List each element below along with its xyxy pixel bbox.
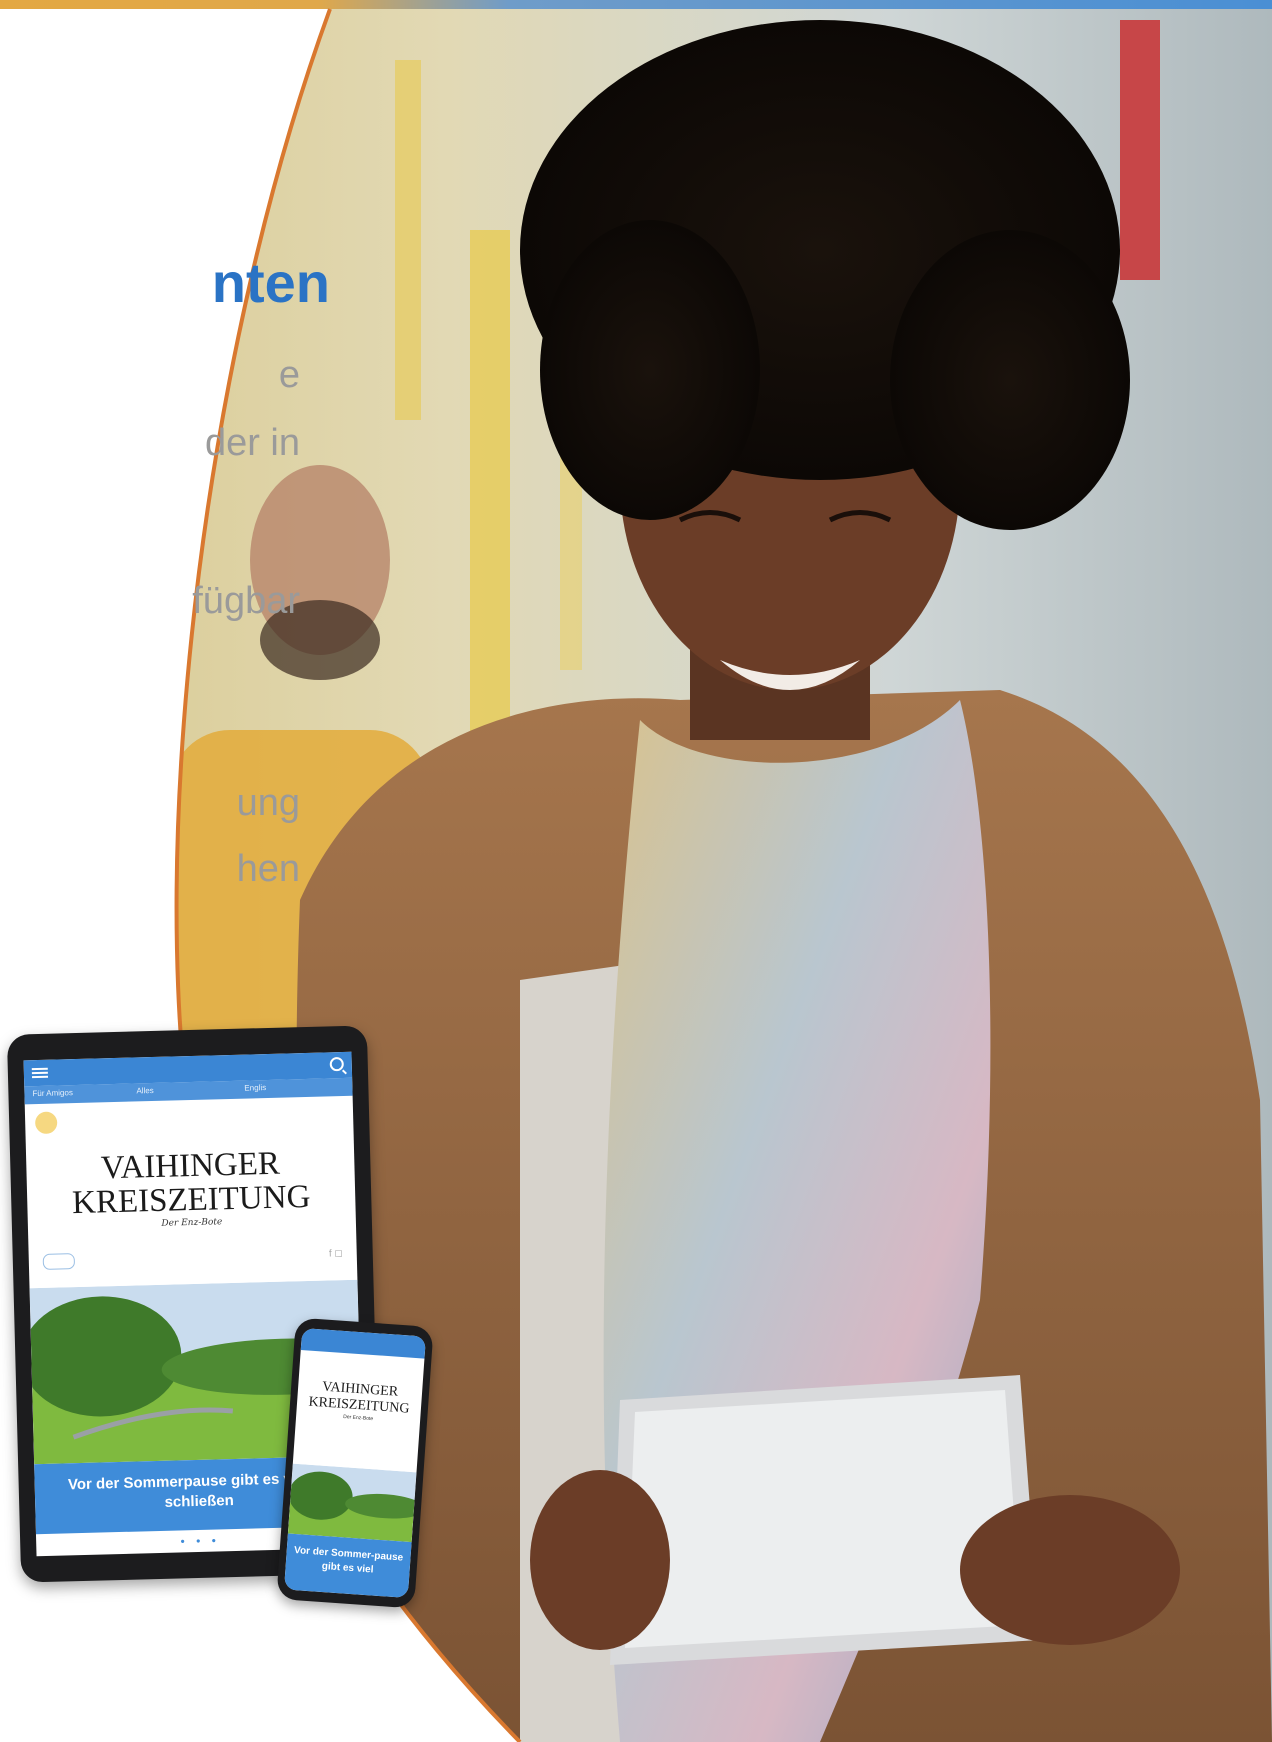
social-icons[interactable]: f ◻: [329, 1248, 343, 1259]
article-caption[interactable]: Vor der Sommer-pause gibt es viel: [284, 1533, 412, 1599]
section-headline: nten: [211, 251, 330, 314]
weather-icon: [34, 1111, 58, 1135]
body-text-line: fügbar: [192, 580, 300, 622]
search-icon[interactable]: [329, 1056, 344, 1072]
body-text-line: hen: [236, 848, 300, 890]
body-text-line: ung: [236, 782, 300, 824]
body-text-line: e: [278, 354, 300, 396]
phone-screen: VAIHINGER KREISZEITUNG Der Enz-Bote Vor …: [284, 1327, 426, 1599]
nav-item[interactable]: Für Amigos: [32, 1088, 73, 1098]
body-text-line: der in: [204, 422, 300, 464]
hamburger-menu-icon[interactable]: [31, 1067, 49, 1079]
phone-header-bar: [300, 1327, 426, 1359]
nav-item[interactable]: Alles: [136, 1086, 154, 1095]
app-store-icons[interactable]: [42, 1253, 76, 1270]
nav-item[interactable]: Englis: [244, 1083, 266, 1093]
article-image: [287, 1463, 417, 1543]
phone-mockup: VAIHINGER KREISZEITUNG Der Enz-Bote Vor …: [276, 1317, 434, 1609]
